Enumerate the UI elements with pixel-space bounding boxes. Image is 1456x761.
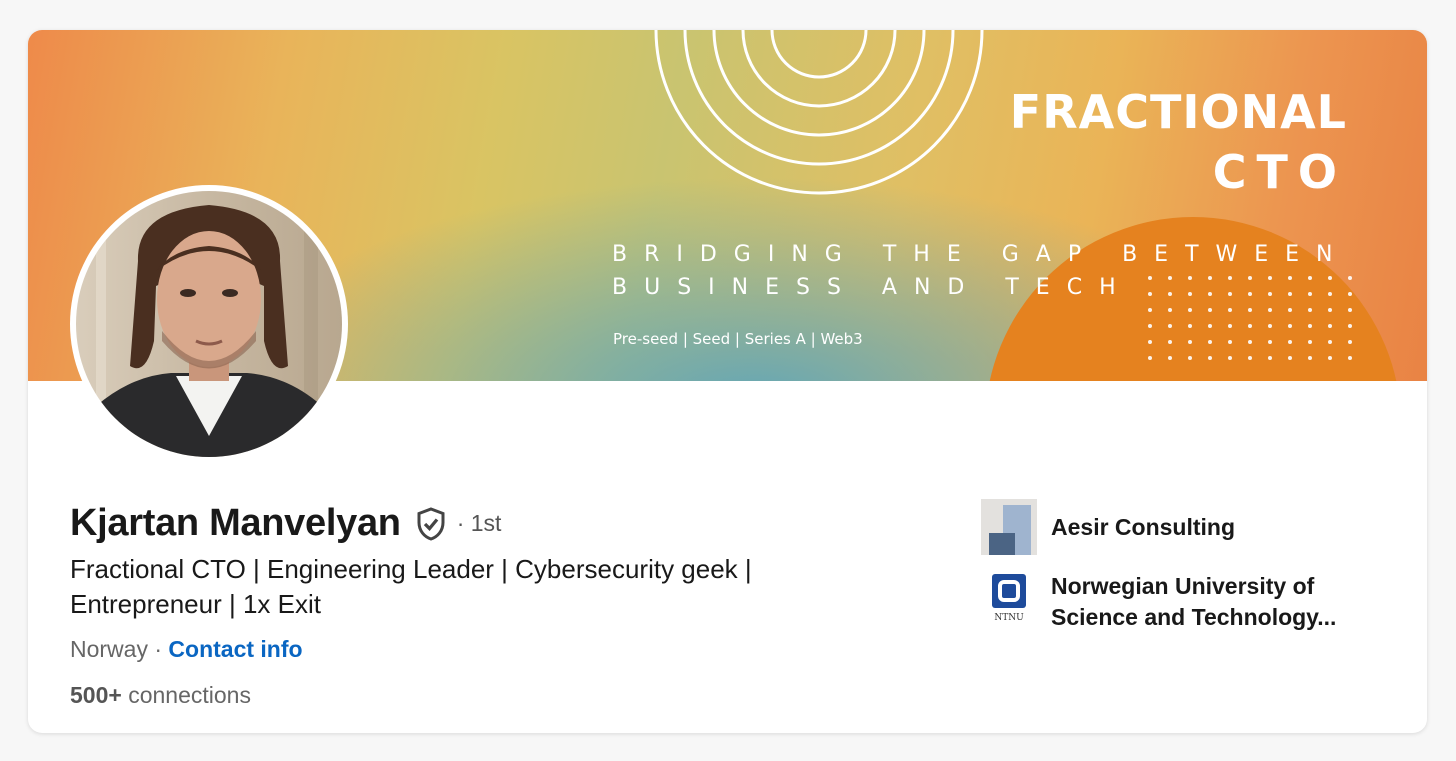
banner-title: FRACTIONAL CTO xyxy=(1010,82,1347,202)
banner-dot xyxy=(1188,356,1192,360)
banner-dot xyxy=(1348,324,1352,328)
banner-stages: Pre-seed | Seed | Series A | Web3 xyxy=(613,330,863,348)
banner-dot xyxy=(1328,308,1332,312)
banner-dot xyxy=(1348,308,1352,312)
banner-dot xyxy=(1248,308,1252,312)
banner-dot xyxy=(1268,356,1272,360)
banner-dot xyxy=(1248,340,1252,344)
banner-dot xyxy=(1168,340,1172,344)
banner-dot xyxy=(1348,356,1352,360)
profile-headline: Fractional CTO | Engineering Leader | Cy… xyxy=(70,554,752,619)
banner-dot xyxy=(1248,356,1252,360)
banner-dot xyxy=(1148,356,1152,360)
banner-dot xyxy=(1188,324,1192,328)
banner-dot xyxy=(1228,340,1232,344)
banner-dot xyxy=(1308,356,1312,360)
contact-info-link[interactable]: Contact info xyxy=(168,636,302,662)
location-row: Norway · Contact info xyxy=(70,636,303,663)
banner-dot xyxy=(1168,356,1172,360)
banner-dot xyxy=(1168,324,1172,328)
aesir-logo xyxy=(981,499,1037,555)
org-aesir-consulting[interactable]: Aesir Consulting xyxy=(981,499,1381,555)
banner-title-line1: FRACTIONAL xyxy=(1009,85,1347,139)
verified-shield-icon[interactable] xyxy=(413,506,449,542)
ntnu-logo: NTNU xyxy=(981,571,1037,627)
connections-link[interactable]: 500+ connections xyxy=(70,682,251,709)
connections-label: connections xyxy=(121,682,251,708)
banner-dot xyxy=(1268,324,1272,328)
profile-location: Norway xyxy=(70,636,148,662)
profile-name: Kjartan Manvelyan xyxy=(70,502,401,544)
profile-avatar[interactable] xyxy=(70,185,348,463)
connections-count: 500+ xyxy=(70,682,122,708)
banner-dot xyxy=(1208,356,1212,360)
banner-dot xyxy=(1228,308,1232,312)
location-separator: · xyxy=(147,636,169,662)
banner-dot xyxy=(1328,324,1332,328)
banner-dot xyxy=(1228,356,1232,360)
banner-dot xyxy=(1148,324,1152,328)
banner-dot xyxy=(1288,324,1292,328)
banner-tagline: BRIDGING THE GAP BETWEEN BUSINESS AND TE… xyxy=(612,238,1350,304)
banner-dot xyxy=(1188,308,1192,312)
banner-dot xyxy=(1268,308,1272,312)
banner-dot xyxy=(1208,340,1212,344)
banner-dot xyxy=(1188,340,1192,344)
banner-dot xyxy=(1348,340,1352,344)
banner-dot xyxy=(1208,308,1212,312)
connection-degree: · 1st xyxy=(456,510,502,536)
org-name-ntnu: Norwegian University of Science and Tech… xyxy=(1051,573,1337,630)
banner-dot xyxy=(1208,324,1212,328)
banner-dot xyxy=(1308,340,1312,344)
banner-dot xyxy=(1228,324,1232,328)
profile-photo xyxy=(76,191,342,457)
name-row: Kjartan Manvelyan · 1st xyxy=(70,502,501,545)
banner-dot xyxy=(1308,308,1312,312)
banner-dot xyxy=(1328,340,1332,344)
profile-card: FRACTIONAL CTO BRIDGING THE GAP BETWEEN … xyxy=(28,30,1427,733)
banner-dot xyxy=(1308,324,1312,328)
banner-tagline-line1: BRIDGING THE GAP BETWEEN xyxy=(612,242,1350,267)
org-ntnu[interactable]: NTNU Norwegian University of Science and… xyxy=(981,571,1381,633)
org-name-aesir: Aesir Consulting xyxy=(1051,514,1236,540)
banner-dot xyxy=(1168,308,1172,312)
banner-dot xyxy=(1288,308,1292,312)
ntnu-logo-text: NTNU xyxy=(994,613,1024,623)
banner-dot xyxy=(1148,308,1152,312)
banner-title-line2: CTO xyxy=(1212,145,1347,199)
banner-tagline-line2: BUSINESS AND TECH xyxy=(612,275,1133,300)
banner-dot xyxy=(1268,340,1272,344)
banner-dot xyxy=(1288,340,1292,344)
banner-dot xyxy=(1328,356,1332,360)
banner-dot xyxy=(1248,324,1252,328)
banner-dot xyxy=(1148,340,1152,344)
banner-dot xyxy=(1288,356,1292,360)
